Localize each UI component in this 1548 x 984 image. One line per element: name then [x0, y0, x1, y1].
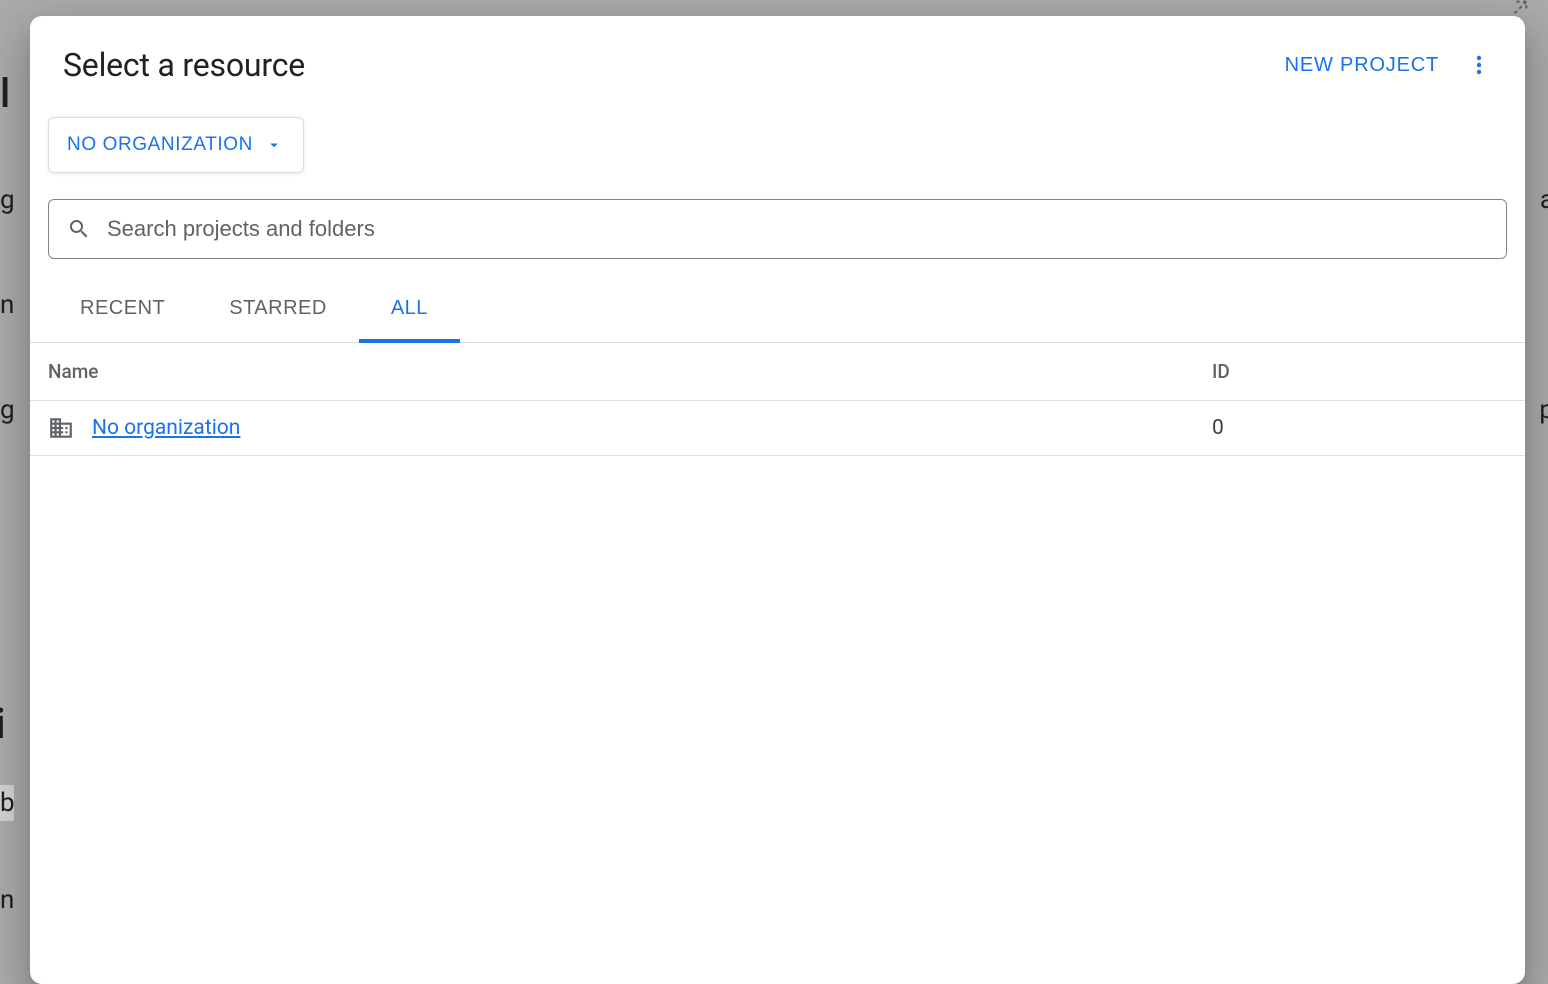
dialog-title: Select a resource	[63, 46, 305, 84]
search-box[interactable]	[48, 199, 1507, 259]
organization-icon	[48, 415, 74, 441]
new-project-button[interactable]: NEW PROJECT	[1285, 54, 1439, 77]
row-name-cell: No organization	[48, 415, 1212, 441]
row-id-cell: 0	[1212, 416, 1507, 440]
backdrop-text: n	[0, 885, 13, 915]
backdrop-text: i	[0, 700, 5, 749]
backdrop-text: n	[0, 290, 13, 320]
backdrop-text: a	[1540, 185, 1548, 215]
table-header: Name ID	[30, 343, 1525, 401]
organization-selector[interactable]: NO ORGANIZATION	[48, 117, 304, 173]
backdrop-text: l	[0, 70, 9, 117]
tab-all[interactable]: ALL	[359, 281, 460, 342]
tab-recent[interactable]: RECENT	[48, 281, 197, 342]
tab-starred[interactable]: STARRED	[197, 281, 359, 342]
search-icon	[67, 217, 91, 241]
org-selector-container: NO ORGANIZATION	[30, 104, 1525, 199]
more-vert-icon	[1467, 53, 1491, 77]
more-options-button[interactable]	[1461, 47, 1497, 83]
backdrop-text: p	[1539, 395, 1548, 425]
search-input[interactable]	[107, 216, 1488, 242]
backdrop-text: b	[0, 785, 14, 821]
dialog-header: Select a resource NEW PROJECT	[30, 16, 1525, 104]
table-row[interactable]: No organization 0	[30, 401, 1525, 456]
dropdown-arrow-icon	[265, 136, 283, 154]
column-header-name: Name	[48, 360, 1212, 383]
tabs: RECENT STARRED ALL	[30, 281, 1525, 343]
organization-selector-label: NO ORGANIZATION	[67, 134, 253, 156]
select-resource-dialog: Select a resource NEW PROJECT NO ORGANIZ…	[30, 16, 1525, 984]
column-header-id: ID	[1212, 360, 1507, 383]
search-container	[30, 199, 1525, 259]
backdrop-text: g	[0, 395, 14, 425]
backdrop-text: g	[0, 185, 14, 215]
header-actions: NEW PROJECT	[1285, 47, 1497, 83]
row-name-link[interactable]: No organization	[92, 416, 240, 440]
